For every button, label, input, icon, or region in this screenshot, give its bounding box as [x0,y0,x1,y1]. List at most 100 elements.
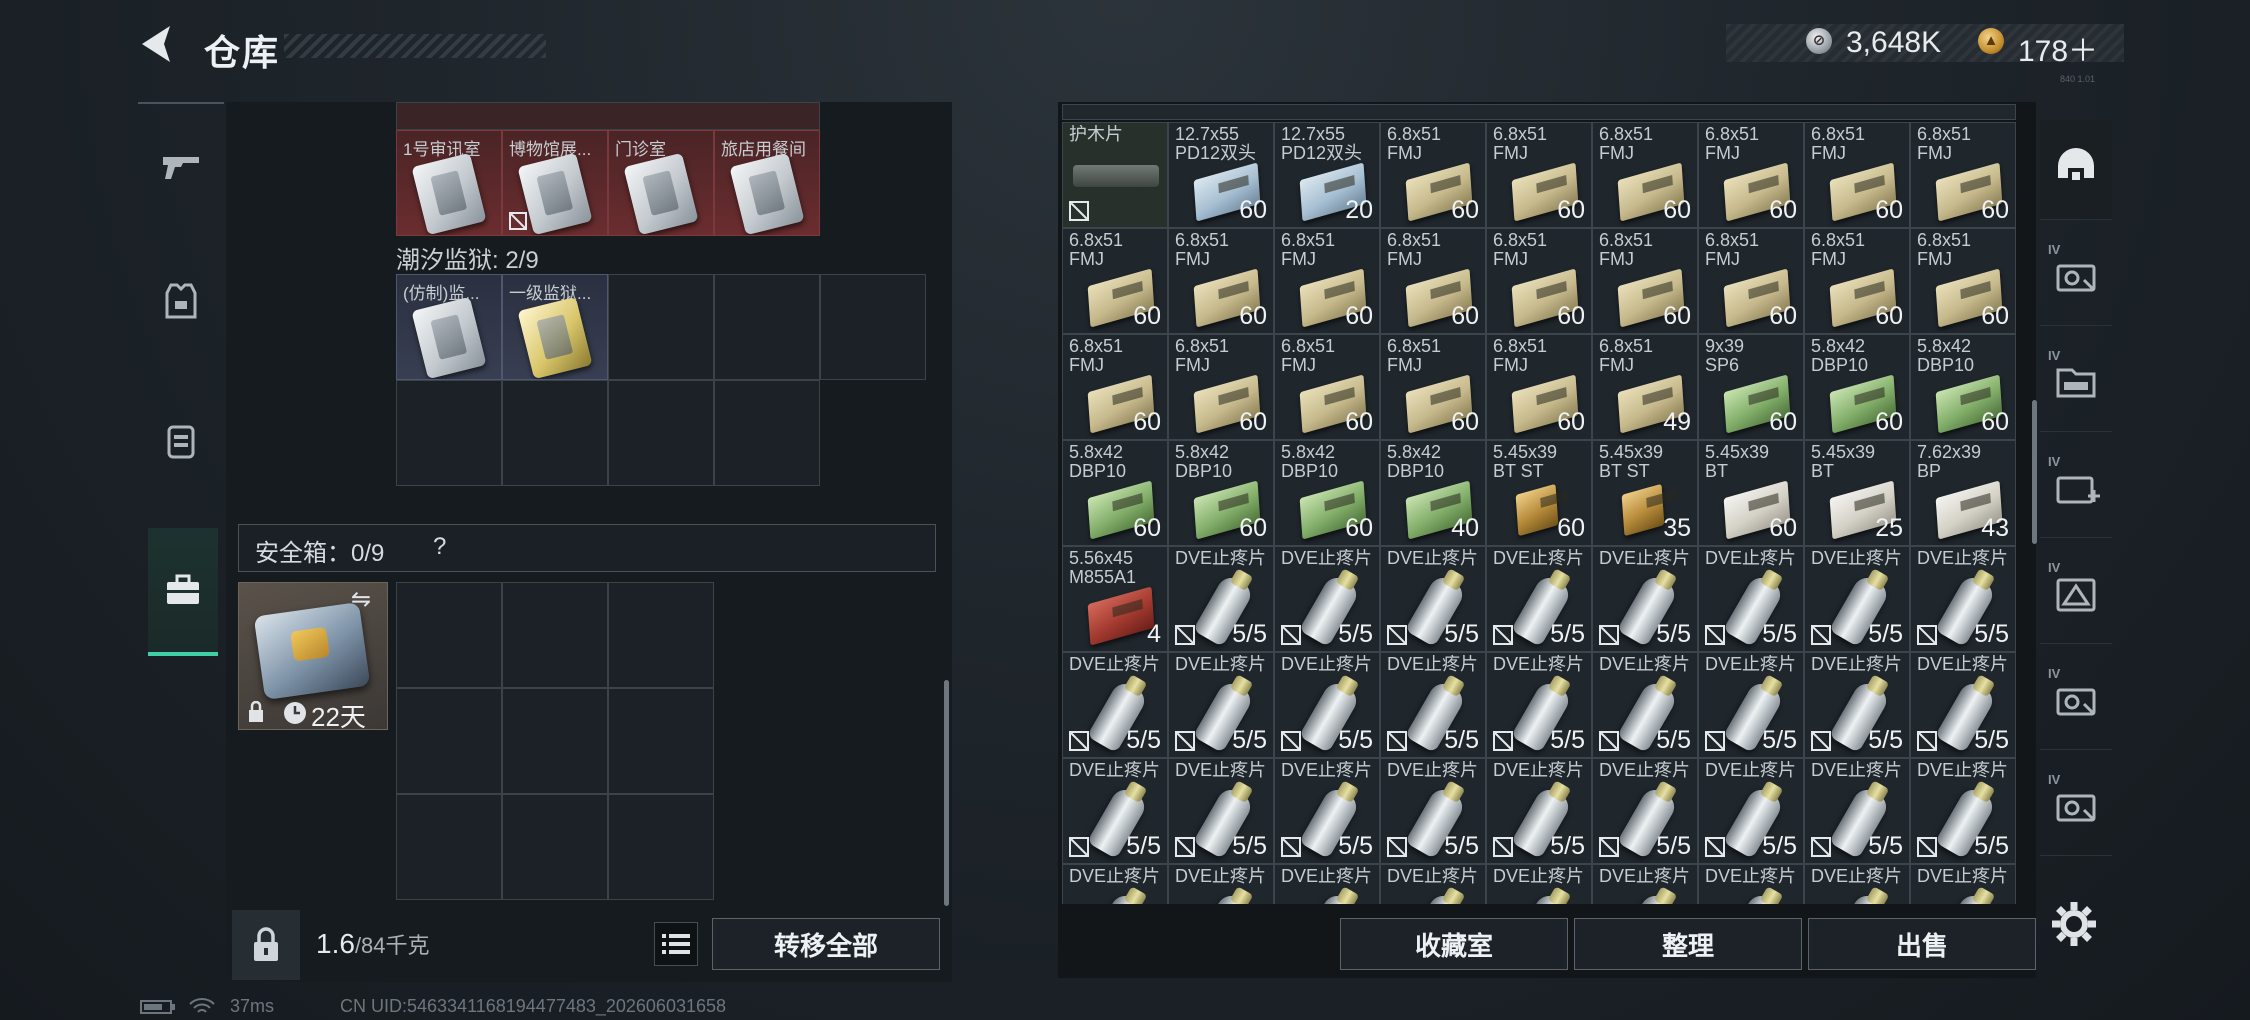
inventory-item[interactable]: 6.8x51 FMJ 60 [1274,334,1380,440]
empty-slot[interactable] [608,380,714,486]
inventory-item[interactable]: 9x39 SP6 60 [1698,334,1804,440]
safebox-slot[interactable] [396,794,502,900]
inventory-item[interactable]: DVE止疼片 5/5 [1592,758,1698,864]
safebox-slot[interactable] [396,582,502,688]
inventory-item[interactable]: 12.7x55 PD12双头 60 [1168,122,1274,228]
warehouse-tab-6[interactable]: IV [2040,756,2112,856]
empty-slot[interactable] [502,380,608,486]
safebox-container-item[interactable]: ⇋ 22天 [238,582,388,732]
inventory-item[interactable]: DVE止疼片 [1380,864,1486,904]
inventory-item[interactable]: 6.8x51 FMJ 60 [1274,228,1380,334]
inventory-item[interactable]: 6.8x51 FMJ 60 [1062,334,1168,440]
inventory-item[interactable]: DVE止疼片 5/5 [1698,758,1804,864]
empty-slot[interactable] [714,274,820,380]
gear-icon[interactable] [2046,896,2102,952]
inventory-item[interactable]: DVE止疼片 5/5 [1804,758,1910,864]
safebox-slot[interactable] [502,582,608,688]
warehouse-tab-5[interactable]: IV [2040,650,2112,750]
inventory-item[interactable]: DVE止疼片 5/5 [1592,546,1698,652]
inventory-item[interactable]: DVE止疼片 5/5 [1168,758,1274,864]
warehouse-tab-0[interactable] [2040,120,2112,220]
inventory-item[interactable]: 6.8x51 FMJ 60 [1486,334,1592,440]
key-card-item[interactable]: 门诊室 [608,130,714,236]
inventory-item[interactable]: DVE止疼片 [1910,864,2016,904]
inventory-item[interactable]: DVE止疼片 5/5 [1698,546,1804,652]
tab-armor[interactable] [138,236,224,366]
gold-value[interactable]: 178＋ [2018,26,2098,70]
inventory-item[interactable]: DVE止疼片 5/5 [1274,546,1380,652]
inventory-item[interactable]: DVE止疼片 5/5 [1380,652,1486,758]
help-icon[interactable]: ? [433,533,446,561]
inventory-item[interactable]: DVE止疼片 5/5 [1062,652,1168,758]
safebox-slot[interactable] [608,582,714,688]
tab-weapon[interactable] [138,100,224,230]
inventory-item[interactable]: DVE止疼片 5/5 [1592,652,1698,758]
inventory-item[interactable]: 6.8x51 FMJ 60 [1168,228,1274,334]
inventory-item[interactable]: 5.45x39 BT ST 60 [1486,440,1592,546]
inventory-item[interactable]: DVE止疼片 [1168,864,1274,904]
inventory-item[interactable]: DVE止疼片 5/5 [1062,758,1168,864]
empty-slot[interactable] [608,274,714,380]
inventory-item[interactable]: 5.45x39 BT ST 35 [1592,440,1698,546]
inventory-item[interactable]: DVE止疼片 5/5 [1274,652,1380,758]
inventory-item[interactable]: 6.8x51 FMJ 60 [1486,122,1592,228]
inventory-item[interactable]: 7.62x39 BP 43 [1910,440,2016,546]
sell-button[interactable]: 出售 [1808,918,2036,970]
empty-slot[interactable] [820,274,926,380]
key-card-item[interactable]: 旅店用餐间 [714,130,820,236]
list-view-button[interactable] [654,922,698,966]
inventory-item[interactable]: DVE止疼片 5/5 [1910,546,2016,652]
inventory-item[interactable]: 5.8x42 DBP10 60 [1804,334,1910,440]
inventory-item[interactable]: 6.8x51 FMJ 60 [1698,122,1804,228]
warehouse-tab-1[interactable]: IV [2040,226,2112,326]
inventory-item[interactable]: DVE止疼片 5/5 [1486,546,1592,652]
inventory-item[interactable]: DVE止疼片 5/5 [1698,652,1804,758]
inventory-item[interactable]: DVE止疼片 [1062,864,1168,904]
inventory-item[interactable]: 6.8x51 FMJ 60 [1380,122,1486,228]
tab-backpack[interactable] [138,376,224,506]
inventory-item[interactable]: DVE止疼片 5/5 [1380,546,1486,652]
inventory-item[interactable]: 护木片 [1062,122,1168,228]
inventory-item[interactable]: DVE止疼片 5/5 [1168,652,1274,758]
tab-safebox[interactable] [148,528,218,656]
warehouse-tab-2[interactable]: IV [2040,332,2112,432]
safebox-slot[interactable] [608,794,714,900]
back-arrow-icon[interactable] [136,22,180,70]
inventory-item[interactable]: DVE止疼片 5/5 [1804,652,1910,758]
inventory-item[interactable]: 5.45x39 BT 25 [1804,440,1910,546]
key-card-item[interactable]: 1号审讯室 [396,130,502,236]
empty-slot[interactable] [396,380,502,486]
safebox-slot[interactable] [396,688,502,794]
inventory-item[interactable]: 6.8x51 FMJ 60 [1062,228,1168,334]
inventory-item[interactable]: DVE止疼片 [1486,864,1592,904]
inventory-item[interactable]: 5.45x39 BT 60 [1698,440,1804,546]
swap-icon[interactable]: ⇋ [351,585,371,614]
lock-button[interactable] [232,910,300,980]
inventory-item[interactable]: 6.8x51 FMJ 60 [1592,228,1698,334]
inventory-item[interactable]: DVE止疼片 5/5 [1804,546,1910,652]
inventory-item[interactable]: 6.8x51 FMJ 60 [1592,122,1698,228]
warehouse-tab-3[interactable]: IV [2040,438,2112,538]
warehouse-tab-4[interactable]: IV [2040,544,2112,644]
organize-button[interactable]: 整理 [1574,918,1802,970]
inventory-item[interactable]: 6.8x51 FMJ 60 [1910,228,2016,334]
inventory-item[interactable]: DVE止疼片 [1592,864,1698,904]
inventory-item[interactable]: 6.8x51 FMJ 60 [1486,228,1592,334]
inventory-item[interactable]: DVE止疼片 5/5 [1274,758,1380,864]
key-card-item[interactable]: 博物馆展... [502,130,608,236]
transfer-all-button[interactable]: 转移全部 [712,918,940,970]
inventory-item[interactable]: 6.8x51 FMJ 60 [1804,228,1910,334]
inventory-item[interactable]: 6.8x51 FMJ 60 [1698,228,1804,334]
left-scrollbar[interactable] [944,680,949,906]
inventory-item[interactable]: DVE止疼片 5/5 [1486,758,1592,864]
inventory-item[interactable]: 6.8x51 FMJ 49 [1592,334,1698,440]
safebox-slot[interactable] [502,688,608,794]
inventory-item[interactable]: DVE止疼片 [1274,864,1380,904]
inventory-item[interactable]: DVE止疼片 5/5 [1380,758,1486,864]
inventory-item[interactable]: DVE止疼片 5/5 [1486,652,1592,758]
inventory-item[interactable]: 5.8x42 DBP10 60 [1062,440,1168,546]
inventory-item[interactable]: DVE止疼片 5/5 [1910,652,2016,758]
inventory-item[interactable]: 5.8x42 DBP10 60 [1274,440,1380,546]
inventory-item[interactable]: 6.8x51 FMJ 60 [1168,334,1274,440]
empty-slot[interactable] [714,380,820,486]
